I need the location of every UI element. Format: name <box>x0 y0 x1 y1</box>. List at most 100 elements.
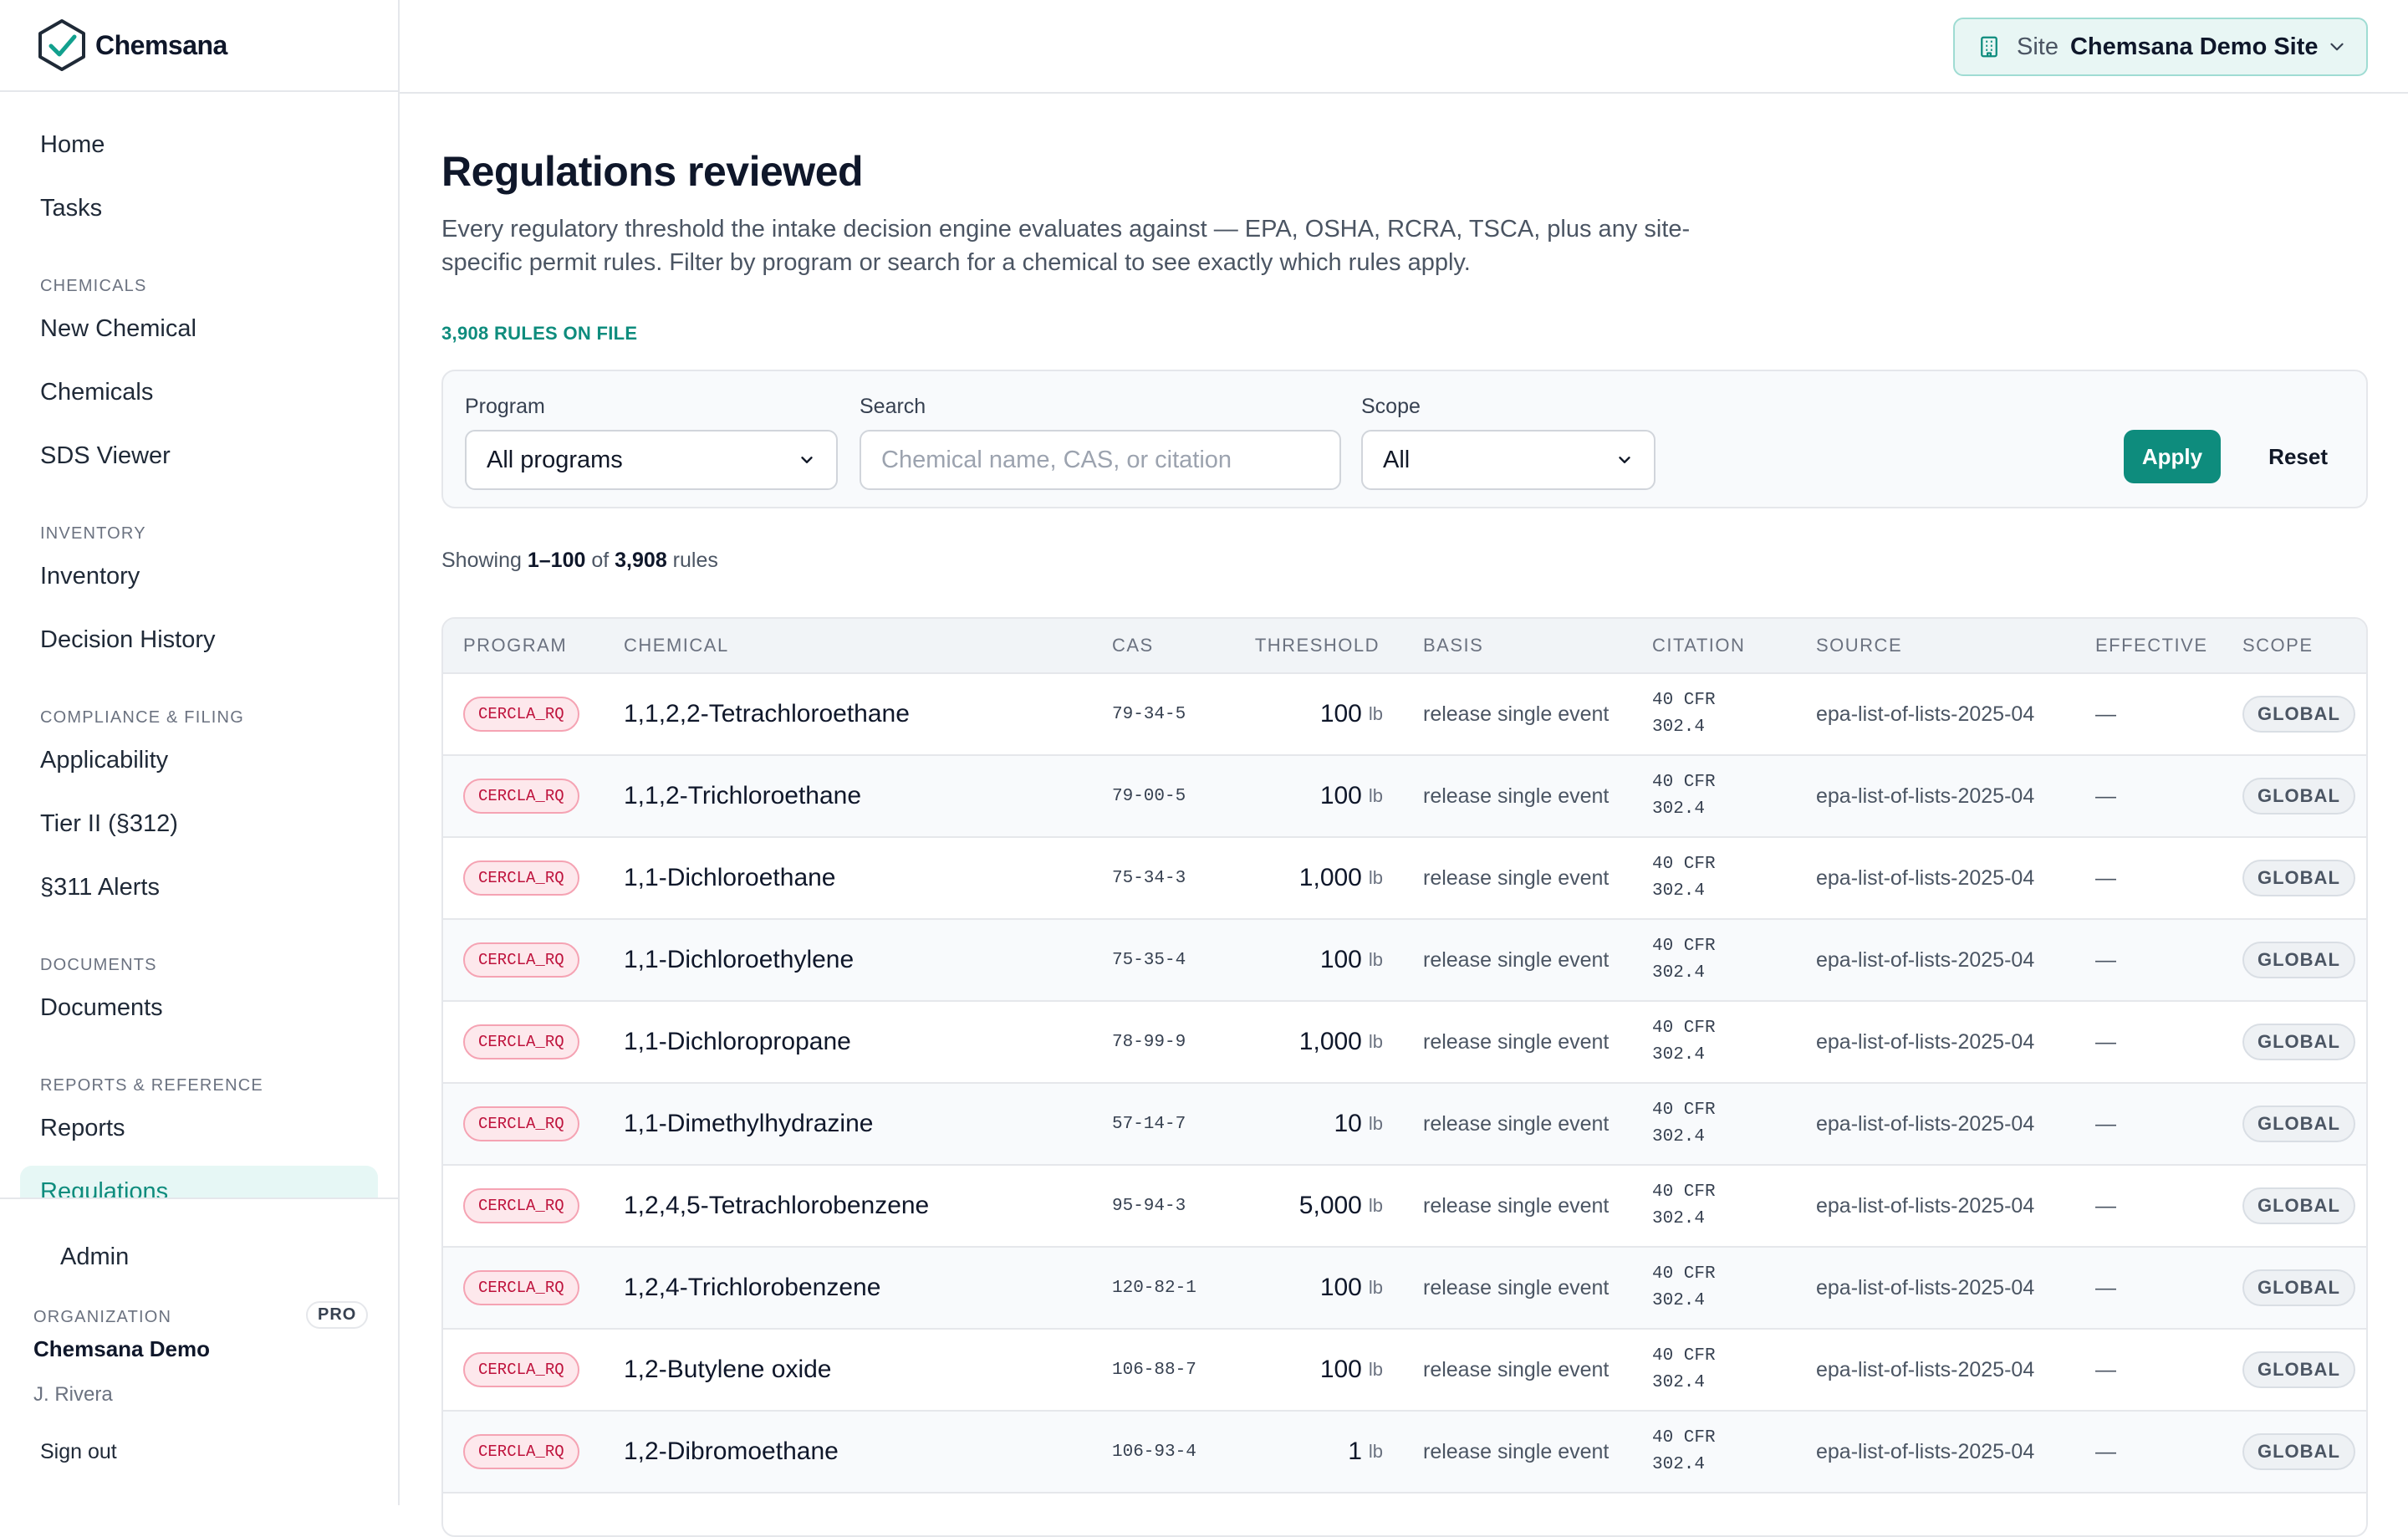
threshold-unit: lb <box>1368 867 1383 888</box>
citation-cell: 40 CFR 302.4 <box>1652 838 1769 918</box>
chemical-name[interactable]: 1,2,4-Trichlorobenzene <box>624 1248 880 1328</box>
rules-count: 3,908 RULES ON FILE <box>441 323 638 344</box>
sidebar-item-chemicals[interactable]: Chemicals <box>20 366 378 418</box>
sidebar-item-inventory[interactable]: Inventory <box>20 550 378 602</box>
scope-badge: GLOBAL <box>2242 696 2355 733</box>
program-badge: CERCLA_RQ <box>463 1188 579 1223</box>
chemical-name[interactable]: 1,1-Dichloropropane <box>624 1002 851 1082</box>
nav-section-heading: CHEMICALS <box>40 277 147 295</box>
program-select[interactable]: All programs <box>465 430 838 490</box>
threshold-unit: lb <box>1368 1113 1383 1134</box>
organization-name: Chemsana Demo <box>33 1336 210 1361</box>
apply-button[interactable]: Apply <box>2124 430 2221 483</box>
sidebar-item-tier-ii-312[interactable]: Tier II (§312) <box>20 798 378 850</box>
page-title: Regulations reviewed <box>441 148 864 195</box>
threshold-unit: lb <box>1368 785 1383 806</box>
column-header-threshold[interactable]: THRESHOLD <box>1255 619 1380 672</box>
threshold-unit: lb <box>1368 1195 1383 1216</box>
table-row[interactable]: CERCLA_RQ 1,1-Dichloroethylene 75-35-4 1… <box>443 920 2366 1002</box>
chemical-name[interactable]: 1,1,2-Trichloroethane <box>624 756 861 836</box>
sidebar-item-reports[interactable]: Reports <box>20 1102 378 1154</box>
reset-button[interactable]: Reset <box>2268 430 2328 483</box>
showing-total: 3,908 <box>615 549 667 572</box>
table-row[interactable]: CERCLA_RQ 1,2,4-Trichlorobenzene 120-82-… <box>443 1248 2366 1330</box>
citation-cell: 40 CFR 302.4 <box>1652 1412 1769 1492</box>
chevron-down-icon <box>801 457 813 463</box>
showing-range: 1–100 <box>527 549 586 572</box>
chemsana-logo-icon <box>38 19 85 71</box>
building-icon <box>1981 36 1997 58</box>
table-row[interactable]: CERCLA_RQ 1,1,2,2-Tetrachloroethane 79-3… <box>443 674 2366 756</box>
site-selector[interactable]: Site Chemsana Demo Site <box>1953 18 2368 76</box>
chemical-name[interactable]: 1,1,2,2-Tetrachloroethane <box>624 674 910 754</box>
table-row[interactable]: CERCLA_RQ 1,2-Butylene oxide 106-88-7 10… <box>443 1330 2366 1412</box>
sidebar-item-home[interactable]: Home <box>20 119 378 171</box>
cas-number: 75-35-4 <box>1112 950 1186 970</box>
program-badge: CERCLA_RQ <box>463 1352 579 1387</box>
sidebar-item-new-chemical[interactable]: New Chemical <box>20 303 378 355</box>
threshold-cell: 5,000 lb <box>1246 1166 1383 1246</box>
scope-select[interactable]: All <box>1361 430 1656 490</box>
citation-cell: 40 CFR 302.4 <box>1652 1166 1769 1246</box>
column-header-chemical[interactable]: CHEMICAL <box>624 619 729 672</box>
sidebar-item-regulations[interactable]: Regulations <box>20 1166 378 1197</box>
threshold-unit: lb <box>1368 949 1383 970</box>
citation-cell: 40 CFR 302.4 <box>1652 920 1769 1000</box>
site-label: Site <box>2017 33 2059 60</box>
scope-filter-label: Scope <box>1361 395 1421 418</box>
program-cell: CERCLA_RQ <box>463 1084 579 1164</box>
nav-section-heading: INVENTORY <box>40 524 146 543</box>
column-header-basis[interactable]: BASIS <box>1423 619 1483 672</box>
page-description: Every regulatory threshold the intake de… <box>441 216 1691 276</box>
scope-cell: GLOBAL <box>2242 838 2355 918</box>
brand[interactable]: Chemsana <box>0 0 398 92</box>
column-header-citation[interactable]: CITATION <box>1652 619 1745 672</box>
chemical-name[interactable]: 1,2,4,5-Tetrachlorobenzene <box>624 1166 929 1246</box>
sign-out-link[interactable]: Sign out <box>40 1440 117 1464</box>
scope-cell: GLOBAL <box>2242 1412 2355 1492</box>
sidebar-footer: Admin ORGANIZATION PRO Chemsana Demo J. … <box>0 1197 398 1505</box>
source: epa-list-of-lists-2025-04 <box>1816 1193 2035 1218</box>
sidebar-item-tasks[interactable]: Tasks <box>20 182 378 234</box>
effective-date: — <box>2095 1111 2116 1136</box>
sidebar-item-applicability[interactable]: Applicability <box>20 734 378 786</box>
threshold-unit: lb <box>1368 1031 1383 1052</box>
source: epa-list-of-lists-2025-04 <box>1816 947 2035 972</box>
sidebar-item-311-alerts[interactable]: §311 Alerts <box>20 861 378 913</box>
program-badge: CERCLA_RQ <box>463 942 579 978</box>
column-header-effective[interactable]: EFFECTIVE <box>2095 619 2208 672</box>
column-header-cas[interactable]: CAS <box>1112 619 1154 672</box>
table-row[interactable]: CERCLA_RQ 1,1-Dichloroethane 75-34-3 1,0… <box>443 838 2366 920</box>
table-row[interactable]: CERCLA_RQ 1,1,2-Trichloroethane 79-00-5 … <box>443 756 2366 838</box>
citation: 40 CFR 302.4 <box>1652 691 1716 737</box>
program-cell: CERCLA_RQ <box>463 1330 579 1410</box>
program-cell: CERCLA_RQ <box>463 756 579 836</box>
search-input[interactable]: Chemical name, CAS, or citation <box>860 430 1341 490</box>
column-header-scope[interactable]: SCOPE <box>2242 619 2314 672</box>
chemical-name[interactable]: 1,2-Dibromoethane <box>624 1412 839 1492</box>
table-row[interactable]: CERCLA_RQ 1,2,4,5-Tetrachlorobenzene 95-… <box>443 1166 2366 1248</box>
chemical-name[interactable]: 1,1-Dimethylhydrazine <box>624 1084 873 1164</box>
table-row[interactable]: CERCLA_RQ 1,1-Dichloropropane 78-99-9 1,… <box>443 1002 2366 1084</box>
sidebar-item-sds-viewer[interactable]: SDS Viewer <box>20 430 378 482</box>
sidebar-item-admin[interactable]: Admin <box>40 1231 149 1283</box>
source: epa-list-of-lists-2025-04 <box>1816 1029 2035 1054</box>
effective-date: — <box>2095 947 2116 972</box>
chemical-name[interactable]: 1,1-Dichloroethylene <box>624 920 854 1000</box>
threshold-value: 100 <box>1319 946 1362 973</box>
column-header-program[interactable]: PROGRAM <box>463 619 567 672</box>
chemical-name[interactable]: 1,1-Dichloroethane <box>624 838 836 918</box>
table-row[interactable]: CERCLA_RQ 1,1-Dimethylhydrazine 57-14-7 … <box>443 1084 2366 1166</box>
column-header-source[interactable]: SOURCE <box>1816 619 1902 672</box>
cas-number: 95-94-3 <box>1112 1196 1186 1216</box>
sidebar-item-decision-history[interactable]: Decision History <box>20 614 378 666</box>
threshold-cell: 10 lb <box>1246 1084 1384 1164</box>
program-badge: CERCLA_RQ <box>463 1434 579 1469</box>
chemical-name[interactable]: 1,2-Butylene oxide <box>624 1330 832 1410</box>
source: epa-list-of-lists-2025-04 <box>1816 702 2035 726</box>
sidebar-item-documents[interactable]: Documents <box>20 982 378 1034</box>
basis: release single event <box>1423 1275 1610 1300</box>
source: epa-list-of-lists-2025-04 <box>1816 1275 2035 1300</box>
program-cell: CERCLA_RQ <box>463 1166 579 1246</box>
table-row[interactable]: CERCLA_RQ 1,2-Dibromoethane 106-93-4 1 l… <box>443 1412 2366 1494</box>
